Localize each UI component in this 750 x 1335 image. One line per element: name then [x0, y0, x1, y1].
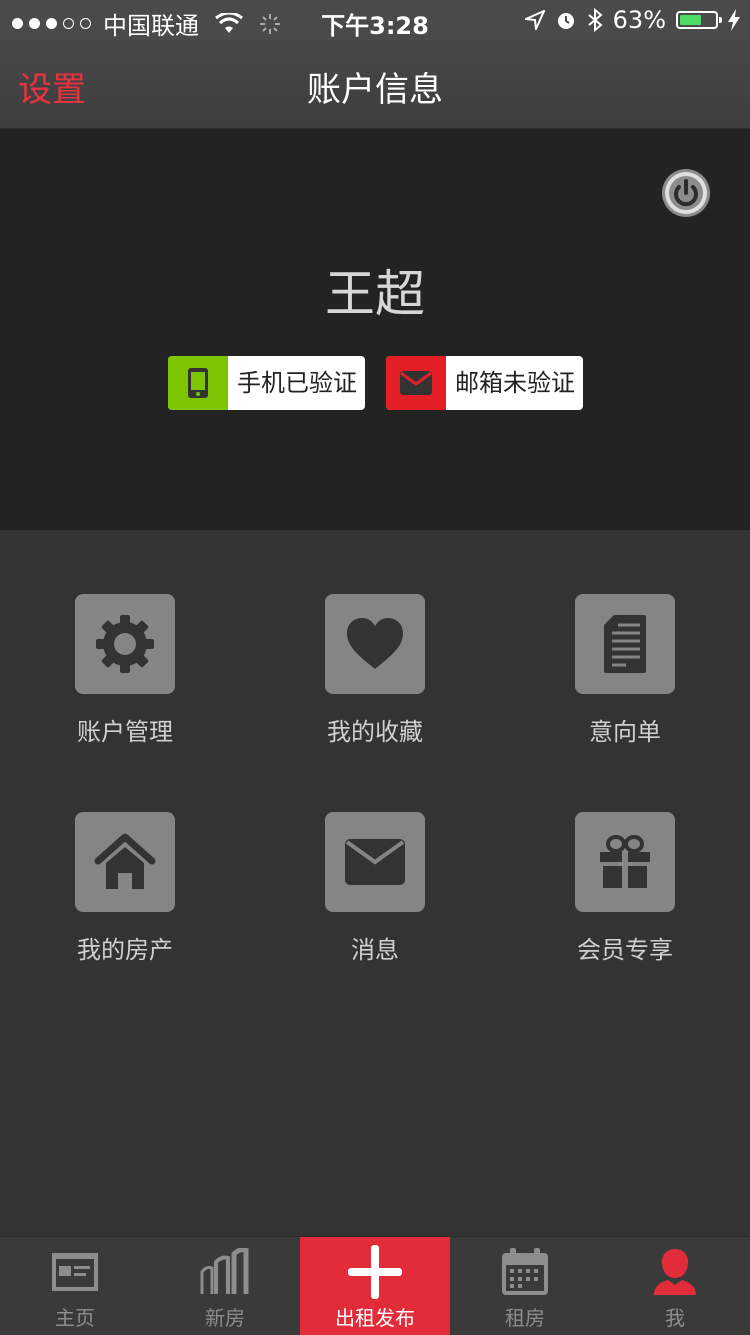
status-bar: 中国联通 下午3:28 63% — [0, 0, 750, 40]
tab-icon-wrap — [150, 1237, 300, 1307]
menu-messages[interactable]: 消息 — [250, 812, 500, 965]
menu-icon-box — [575, 812, 675, 912]
gear-icon — [96, 615, 154, 673]
menu-my-property[interactable]: 我的房产 — [0, 812, 250, 965]
menu-icon-box — [325, 594, 425, 694]
profile-header: 王超 手机已验证 邮箱未验证 — [0, 129, 750, 530]
calendar-icon — [502, 1248, 548, 1295]
status-right: 63% — [524, 6, 740, 34]
tab-label: 新房 — [205, 1306, 245, 1330]
menu-label: 账户管理 — [77, 718, 173, 746]
page-title: 账户信息 — [307, 70, 443, 110]
location-arrow-icon — [524, 10, 545, 30]
tab-icon-wrap — [0, 1237, 150, 1307]
menu-icon-box — [75, 812, 175, 912]
menu-label: 我的收藏 — [327, 718, 423, 746]
gift-icon — [600, 835, 650, 888]
battery-icon — [676, 11, 722, 29]
menu-label: 会员专享 — [577, 936, 673, 964]
heart-icon — [347, 618, 403, 669]
tab-me[interactable]: 我 — [600, 1237, 750, 1335]
menu-intent-list[interactable]: 意向单 — [500, 594, 750, 747]
email-unverified-badge[interactable]: 邮箱未验证 — [386, 356, 583, 410]
bluetooth-icon — [588, 8, 603, 32]
menu-icon-box — [75, 594, 175, 694]
power-icon — [665, 172, 707, 214]
house-icon — [94, 833, 156, 889]
menu-label: 消息 — [351, 936, 399, 964]
plus-icon — [348, 1245, 402, 1299]
menu-label: 我的房产 — [77, 936, 173, 964]
tab-rent[interactable]: 租房 — [450, 1237, 600, 1335]
email-badge-label: 邮箱未验证 — [455, 369, 575, 397]
tab-label: 出租发布 — [335, 1306, 415, 1330]
phone-verified-badge[interactable]: 手机已验证 — [168, 356, 365, 410]
buildings-icon — [200, 1248, 249, 1294]
tab-icon-wrap — [450, 1237, 600, 1307]
menu-account-management[interactable]: 账户管理 — [0, 594, 250, 747]
phone-badge-icon-box — [168, 356, 228, 410]
phone-icon — [188, 368, 208, 398]
menu-my-favorites[interactable]: 我的收藏 — [250, 594, 500, 747]
newspaper-icon — [52, 1253, 98, 1291]
tab-label: 主页 — [55, 1306, 95, 1330]
menu-icon-box — [575, 594, 675, 694]
tab-label: 我 — [665, 1306, 685, 1330]
document-icon — [604, 615, 646, 673]
logout-button[interactable] — [662, 169, 710, 217]
envelope-icon — [400, 371, 432, 395]
battery-percent: 63% — [612, 6, 666, 34]
menu-icon-box — [325, 812, 425, 912]
menu-member-exclusive[interactable]: 会员专享 — [500, 812, 750, 965]
tab-rental-publish[interactable]: 出租发布 — [300, 1237, 450, 1335]
tab-icon-wrap — [600, 1237, 750, 1307]
battery-fill — [680, 15, 702, 25]
user-name: 王超 — [325, 265, 425, 323]
tab-label: 租房 — [505, 1306, 545, 1330]
tab-icon-wrap — [300, 1237, 450, 1307]
phone-badge-label: 手机已验证 — [237, 369, 357, 397]
nav-bar: 设置 账户信息 — [0, 40, 750, 129]
person-icon — [654, 1249, 696, 1295]
tab-home[interactable]: 主页 — [0, 1237, 150, 1335]
tab-bar: 主页 新房 出租发布 租房 我 — [0, 1236, 750, 1335]
charging-bolt-icon — [728, 9, 740, 31]
alarm-icon — [557, 13, 574, 29]
envelope-icon — [345, 839, 405, 885]
menu-label: 意向单 — [589, 718, 661, 746]
tab-new-homes[interactable]: 新房 — [150, 1237, 300, 1335]
email-badge-icon-box — [386, 356, 446, 410]
